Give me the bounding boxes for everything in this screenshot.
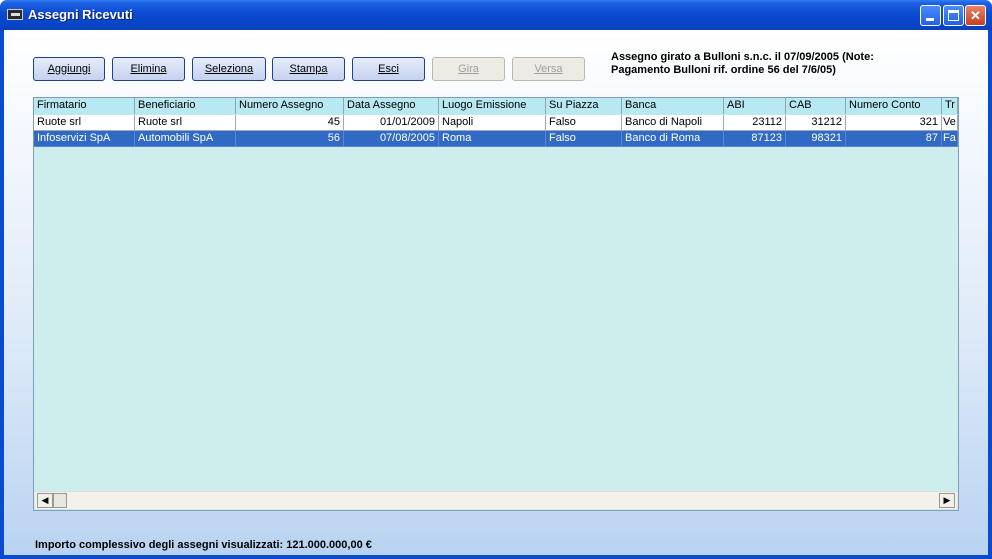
endorsement-note: Assegno girato a Bulloni s.n.c. il 07/09… [611, 51, 971, 77]
versa-button[interactable]: Versa [512, 57, 585, 81]
elimina-button[interactable]: Elimina [112, 57, 185, 81]
col-header-beneficiario[interactable]: Beneficiario [135, 98, 236, 114]
cell-luogo-emissione[interactable]: Roma [439, 131, 546, 147]
col-header-data-assegno[interactable]: Data Assegno [344, 98, 439, 114]
app-window: Assegni Ricevuti ✕ Aggiungi Elimina Sele… [0, 0, 992, 559]
cell-tr[interactable]: Ve [942, 115, 958, 131]
stampa-button[interactable]: Stampa [272, 57, 345, 81]
cell-luogo-emissione[interactable]: Napoli [439, 115, 546, 131]
table-row[interactable]: Ruote srl Ruote srl 45 01/01/2009 Napoli… [34, 115, 958, 131]
table-row-selected[interactable]: Infoservizi SpA Automobili SpA 56 07/08/… [34, 131, 958, 147]
col-header-luogo-emissione[interactable]: Luogo Emissione [439, 98, 546, 114]
col-header-banca[interactable]: Banca [622, 98, 724, 114]
cell-cab[interactable]: 98321 [786, 131, 846, 147]
col-header-tr[interactable]: Tr [942, 98, 958, 114]
cell-numero-assegno[interactable]: 45 [236, 115, 344, 131]
cell-su-piazza[interactable]: Falso [546, 131, 622, 147]
col-header-firmatario[interactable]: Firmatario [34, 98, 135, 114]
cell-data-assegno[interactable]: 07/08/2005 [344, 131, 439, 147]
minimize-button[interactable] [920, 5, 941, 26]
endorsement-note-line1: Assegno girato a Bulloni s.n.c. il 07/09… [611, 51, 874, 63]
col-header-su-piazza[interactable]: Su Piazza [546, 98, 622, 114]
cell-tr[interactable]: Fa [942, 131, 958, 147]
maximize-icon [948, 10, 959, 21]
total-amount-status: Importo complessivo degli assegni visual… [35, 539, 372, 551]
maximize-button[interactable] [943, 5, 964, 26]
cell-su-piazza[interactable]: Falso [546, 115, 622, 131]
cheques-grid[interactable]: Firmatario Beneficiario Numero Assegno D… [33, 97, 959, 511]
seleziona-button[interactable]: Seleziona [192, 57, 266, 81]
col-header-numero-conto[interactable]: Numero Conto [846, 98, 942, 114]
scroll-right-button[interactable]: ▶ [939, 493, 955, 508]
cell-numero-assegno[interactable]: 56 [236, 131, 344, 147]
cell-data-assegno[interactable]: 01/01/2009 [344, 115, 439, 131]
endorsement-note-line2: Pagamento Bulloni rif. ordine 56 del 7/6… [611, 64, 836, 76]
cell-firmatario[interactable]: Ruote srl [34, 115, 135, 131]
cell-abi[interactable]: 23112 [724, 115, 786, 131]
cell-banca[interactable]: Banco di Roma [622, 131, 724, 147]
cell-cab[interactable]: 31212 [786, 115, 846, 131]
aggiungi-button[interactable]: Aggiungi [33, 57, 105, 81]
gira-button[interactable]: Gira [432, 57, 505, 81]
cell-beneficiario[interactable]: Ruote srl [135, 115, 236, 131]
minimize-icon [926, 18, 934, 21]
scroll-left-button[interactable]: ◀ [37, 493, 53, 508]
close-button[interactable]: ✕ [965, 5, 986, 26]
arrow-left-icon: ◀ [41, 495, 49, 505]
arrow-right-icon: ▶ [943, 495, 951, 505]
cell-numero-conto[interactable]: 321 [846, 115, 942, 131]
scroll-thumb[interactable] [53, 493, 67, 508]
title-bar[interactable]: Assegni Ricevuti ✕ [0, 0, 992, 30]
col-header-cab[interactable]: CAB [786, 98, 846, 114]
col-header-abi[interactable]: ABI [724, 98, 786, 114]
esci-button[interactable]: Esci [352, 57, 425, 81]
cell-firmatario[interactable]: Infoservizi SpA [34, 131, 135, 147]
col-header-numero-assegno[interactable]: Numero Assegno [236, 98, 344, 114]
window-title: Assegni Ricevuti [28, 7, 133, 22]
close-icon: ✕ [970, 8, 981, 23]
cell-beneficiario[interactable]: Automobili SpA [135, 131, 236, 147]
cell-banca[interactable]: Banco di Napoli [622, 115, 724, 131]
app-icon [7, 9, 23, 20]
horizontal-scrollbar[interactable]: ◀ ▶ [35, 491, 957, 509]
cell-numero-conto[interactable]: 87 [846, 131, 942, 147]
cell-abi[interactable]: 87123 [724, 131, 786, 147]
grid-header: Firmatario Beneficiario Numero Assegno D… [34, 98, 958, 116]
